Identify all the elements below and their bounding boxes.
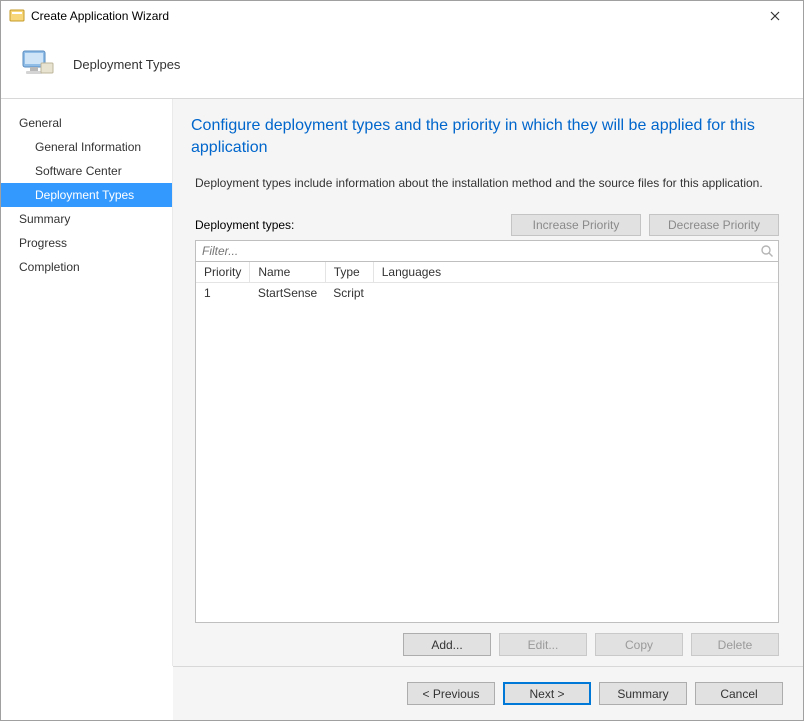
cell-languages	[373, 283, 778, 304]
header-title: Deployment Types	[73, 57, 180, 72]
sidebar-item-general-information[interactable]: General Information	[1, 135, 172, 159]
summary-button[interactable]: Summary	[599, 682, 687, 705]
increase-priority-button[interactable]: Increase Priority	[511, 214, 641, 236]
sidebar-item-general[interactable]: General	[1, 111, 172, 135]
cell-name: StartSense	[250, 283, 325, 304]
table-header-row: Priority Name Type Languages	[196, 262, 778, 283]
sidebar-item-software-center[interactable]: Software Center	[1, 159, 172, 183]
sidebar-item-deployment-types[interactable]: Deployment Types	[1, 183, 172, 207]
cell-type: Script	[325, 283, 373, 304]
header-band: Deployment Types	[1, 31, 803, 99]
search-icon[interactable]	[756, 244, 778, 258]
col-languages[interactable]: Languages	[373, 262, 778, 283]
col-priority[interactable]: Priority	[196, 262, 250, 283]
page-description: Deployment types include information abo…	[195, 176, 779, 190]
wizard-window: Create Application Wizard Deployment Typ…	[0, 0, 804, 721]
deployment-types-table-wrap: Priority Name Type Languages 1 StartSens…	[195, 262, 779, 623]
close-button[interactable]	[755, 1, 795, 31]
add-button[interactable]: Add...	[403, 633, 491, 656]
cell-priority: 1	[196, 283, 250, 304]
decrease-priority-button[interactable]: Decrease Priority	[649, 214, 779, 236]
sidebar-item-progress[interactable]: Progress	[1, 231, 172, 255]
filter-row	[195, 240, 779, 262]
sidebar-item-completion[interactable]: Completion	[1, 255, 172, 279]
wizard-footer: < Previous Next > Summary Cancel	[173, 666, 803, 720]
table-row[interactable]: 1 StartSense Script	[196, 283, 778, 304]
sidebar: General General Information Software Cen…	[1, 99, 173, 666]
col-name[interactable]: Name	[250, 262, 325, 283]
computer-icon	[17, 45, 57, 85]
window-title: Create Application Wizard	[31, 9, 755, 23]
content-pane: Configure deployment types and the prior…	[173, 99, 803, 666]
titlebar: Create Application Wizard	[1, 1, 803, 31]
app-icon	[9, 8, 25, 24]
close-icon	[770, 11, 780, 21]
filter-input[interactable]	[196, 241, 756, 261]
deployment-types-table: Priority Name Type Languages 1 StartSens…	[196, 262, 778, 303]
row-actions: Add... Edit... Copy Delete	[191, 633, 779, 656]
next-button[interactable]: Next >	[503, 682, 591, 705]
cancel-button[interactable]: Cancel	[695, 682, 783, 705]
col-type[interactable]: Type	[325, 262, 373, 283]
edit-button[interactable]: Edit...	[499, 633, 587, 656]
copy-button[interactable]: Copy	[595, 633, 683, 656]
list-toolbar: Deployment types: Increase Priority Decr…	[195, 214, 779, 236]
delete-button[interactable]: Delete	[691, 633, 779, 656]
sidebar-item-summary[interactable]: Summary	[1, 207, 172, 231]
deployment-types-label: Deployment types:	[195, 218, 503, 232]
page-heading: Configure deployment types and the prior…	[191, 115, 779, 158]
previous-button[interactable]: < Previous	[407, 682, 495, 705]
wizard-body: General General Information Software Cen…	[1, 99, 803, 666]
